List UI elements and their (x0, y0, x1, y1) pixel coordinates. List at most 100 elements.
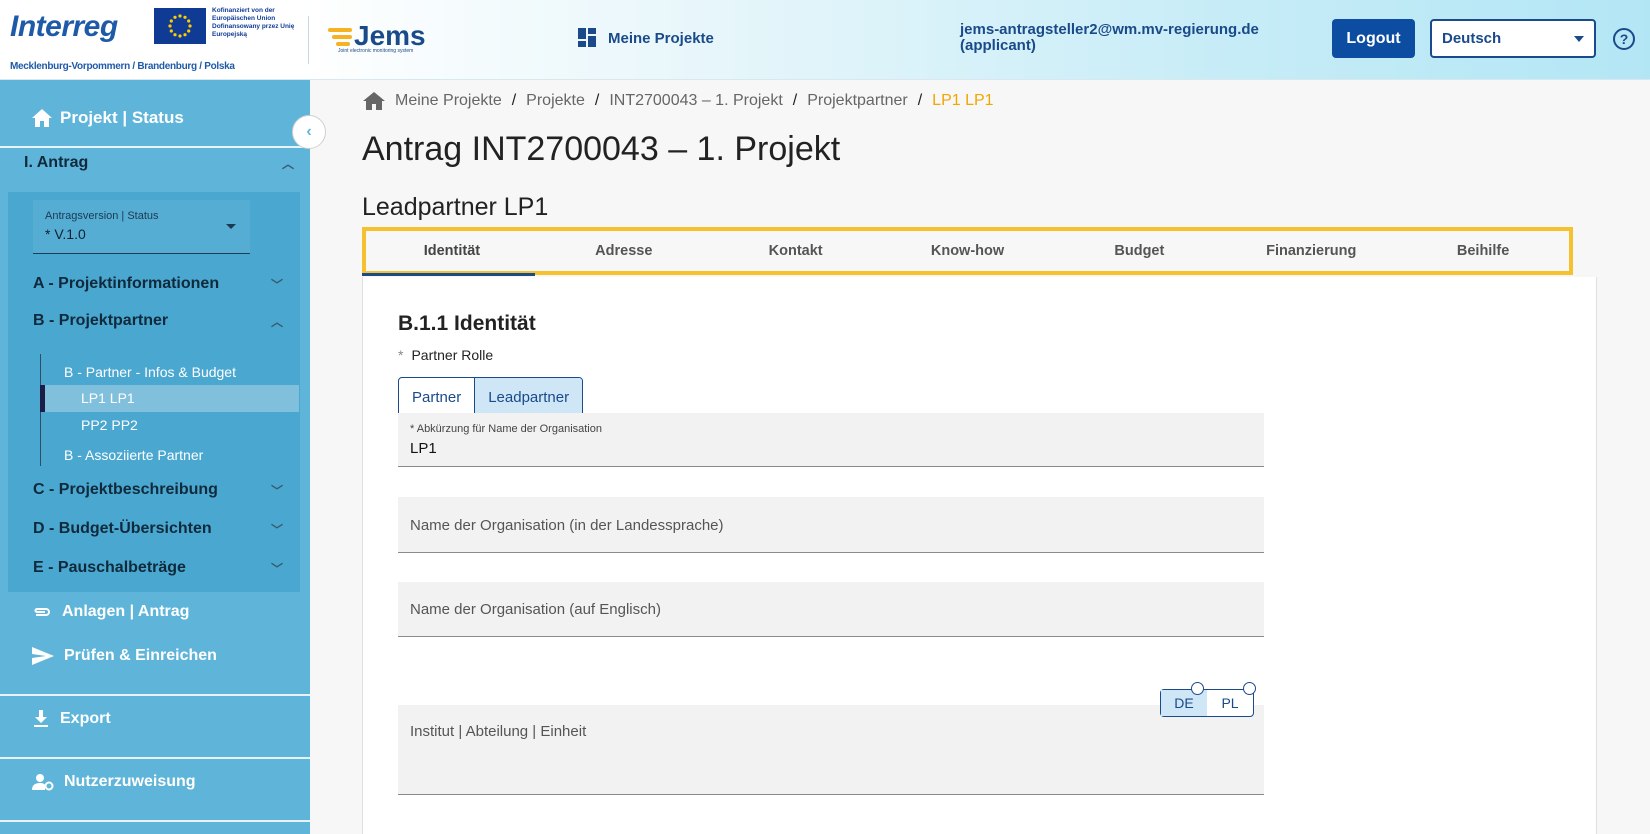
user-settings-icon (32, 774, 54, 791)
version-select-label: Antragsversion | Status (45, 210, 159, 222)
tab-kontakt[interactable]: Kontakt (710, 231, 882, 271)
sidebar-item-lp1-highlight (40, 385, 299, 412)
brand-divider (308, 16, 309, 64)
breadcrumb-separator: / (511, 92, 517, 109)
sidebar-item-label: E - Pauschalbeträge (33, 559, 186, 576)
home-icon (32, 109, 52, 127)
jems-subtitle: Joint electronic monitoring system (338, 48, 414, 54)
field-language-switch: DE PL (1160, 682, 1256, 717)
abbreviation-field[interactable]: * Abkürzung für Name der Organisation LP… (398, 413, 1264, 467)
nav-my-projects[interactable]: Meine Projekte (578, 28, 714, 48)
sidebar-item-antrag[interactable]: I. Antrag ︿ (24, 154, 294, 172)
tab-identitaet[interactable]: Identität (366, 231, 538, 271)
sidebar-item-label: B - Projektpartner (33, 312, 169, 329)
breadcrumb-separator: / (917, 92, 923, 109)
drag-handle-icon[interactable] (1191, 682, 1204, 695)
breadcrumb-separator: / (594, 92, 600, 109)
institute-field[interactable]: Institut | Abteilung | Einheit (398, 705, 1264, 795)
name-local-placeholder: Name der Organisation (in der Landesspra… (410, 517, 724, 534)
sidebar-item-label: Export (60, 710, 111, 727)
breadcrumb-item-projects[interactable]: Projekte (526, 92, 585, 110)
user-info: jems-antragsteller2@wm.mv-regierung.de (… (960, 22, 1259, 54)
dashboard-icon (578, 28, 596, 47)
version-select[interactable]: Antragsversion | Status * V.1.0 (33, 200, 250, 254)
sidebar-item-c[interactable]: C - Projektbeschreibung ﹀ (33, 481, 283, 499)
chevron-up-icon: ︿ (270, 314, 283, 329)
role-toggle: Partner Leadpartner (398, 377, 584, 417)
breadcrumb-item-my-projects[interactable]: Meine Projekte (395, 92, 502, 110)
sidebar-item-d[interactable]: D - Budget-Übersichten ﹀ (33, 520, 283, 538)
active-tab-indicator (362, 273, 535, 276)
user-email: jems-antragsteller2@wm.mv-regierung.de (960, 21, 1259, 38)
page-title: Antrag INT2700043 – 1. Projekt (362, 130, 841, 168)
home-icon[interactable] (363, 92, 385, 110)
abbreviation-value: LP1 (410, 440, 437, 457)
partner-tabs: Identität Adresse Kontakt Know-how Budge… (362, 227, 1573, 275)
breadcrumb-item-project[interactable]: INT2700043 – 1. Projekt (609, 92, 782, 110)
user-role: (applicant) (960, 37, 1036, 54)
logout-button[interactable]: Logout (1332, 19, 1415, 58)
sidebar-divider (0, 820, 310, 822)
sidebar-item-e[interactable]: E - Pauschalbeträge ﹀ (33, 559, 283, 577)
program-region: Mecklenburg-Vorpommern / Brandenburg / P… (10, 61, 235, 72)
breadcrumb-item-partners[interactable]: Projektpartner (807, 92, 908, 110)
chevron-down-icon: ﹀ (270, 561, 283, 576)
nav-my-projects-label: Meine Projekte (608, 29, 714, 47)
tab-know-how[interactable]: Know-how (882, 231, 1054, 271)
section-title: Leadpartner LP1 (362, 193, 549, 221)
sidebar-item-lp1[interactable]: LP1 LP1 (81, 390, 135, 406)
eu-cofunding-text: Kofinanziert von der Europäischen Union … (212, 7, 295, 38)
sidebar-item-pp2[interactable]: PP2 PP2 (81, 417, 138, 433)
sidebar-item-b[interactable]: B - Projektpartner ︿ (33, 312, 283, 330)
sidebar-item-label: Anlagen | Antrag (62, 603, 190, 620)
tab-budget[interactable]: Budget (1053, 231, 1225, 271)
sidebar-item-export[interactable]: Export (32, 710, 111, 728)
paperclip-icon (34, 608, 50, 616)
interreg-wordmark: Interreg (10, 10, 118, 43)
language-select-value: Deutsch (1442, 30, 1502, 47)
sidebar: Projekt | Status I. Antrag ︿ Antragsvers… (0, 80, 310, 834)
sidebar-item-nutzer[interactable]: Nutzerzuweisung (32, 773, 196, 791)
sidebar-item-partner-infos[interactable]: B - Partner - Infos & Budget (64, 364, 236, 380)
sidebar-item-a[interactable]: A - Projektinformationen ﹀ (33, 275, 283, 293)
identity-form-card: B.1.1 Identität * Partner Rolle Partner L… (362, 277, 1597, 834)
sidebar-item-pruefen[interactable]: Prüfen & Einreichen (32, 647, 217, 665)
sidebar-item-label: Nutzerzuweisung (64, 773, 196, 790)
name-english-field[interactable]: Name der Organisation (auf Englisch) (398, 582, 1264, 637)
sidebar-item-anlagen[interactable]: Anlagen | Antrag (32, 603, 189, 621)
chevron-left-icon: ‹ (306, 123, 312, 140)
role-option-partner[interactable]: Partner (399, 378, 474, 416)
drag-handle-icon[interactable] (1243, 682, 1256, 695)
role-label: * Partner Rolle (398, 347, 493, 363)
version-select-value: * V.1.0 (45, 226, 86, 242)
sidebar-item-label: C - Projektbeschreibung (33, 481, 218, 498)
breadcrumb-item-current: LP1 LP1 (932, 92, 994, 109)
tab-adresse[interactable]: Adresse (538, 231, 710, 271)
chevron-down-icon: ﹀ (270, 277, 283, 292)
interreg-logo[interactable]: Interreg Kofinanziert von der Europäisch… (8, 4, 308, 76)
app-header: Interreg Kofinanziert von der Europäisch… (0, 0, 1650, 80)
chevron-down-icon: ﹀ (270, 483, 283, 498)
breadcrumb-separator: / (792, 92, 798, 109)
role-option-leadpartner[interactable]: Leadpartner (474, 378, 583, 416)
name-local-field[interactable]: Name der Organisation (in der Landesspra… (398, 497, 1264, 553)
sidebar-divider (0, 757, 310, 759)
role-label-text: Partner Rolle (411, 347, 494, 363)
tab-finanzierung[interactable]: Finanzierung (1225, 231, 1397, 271)
sidebar-collapse-button[interactable]: ‹ (292, 115, 326, 149)
sidebar-divider (0, 694, 310, 696)
jems-logo[interactable]: Jems Joint electronic monitoring system (326, 18, 446, 58)
sidebar-item-project-status[interactable]: Projekt | Status (0, 98, 310, 138)
institute-placeholder: Institut | Abteilung | Einheit (410, 723, 587, 740)
chevron-up-icon: ︿ (281, 156, 294, 171)
sidebar-item-associated-partners[interactable]: B - Assoziierte Partner (64, 447, 203, 463)
sidebar-item-label: Prüfen & Einreichen (64, 647, 217, 664)
help-icon[interactable]: ? (1613, 28, 1635, 50)
sidebar-divider (0, 146, 310, 148)
language-select[interactable]: Deutsch (1430, 19, 1596, 58)
abbreviation-label: * Abkürzung für Name der Organisation (410, 423, 602, 435)
chevron-down-icon (226, 224, 236, 229)
name-english-placeholder: Name der Organisation (auf Englisch) (410, 601, 661, 618)
tab-beihilfe[interactable]: Beihilfe (1397, 231, 1569, 271)
chevron-down-icon (1574, 35, 1584, 42)
